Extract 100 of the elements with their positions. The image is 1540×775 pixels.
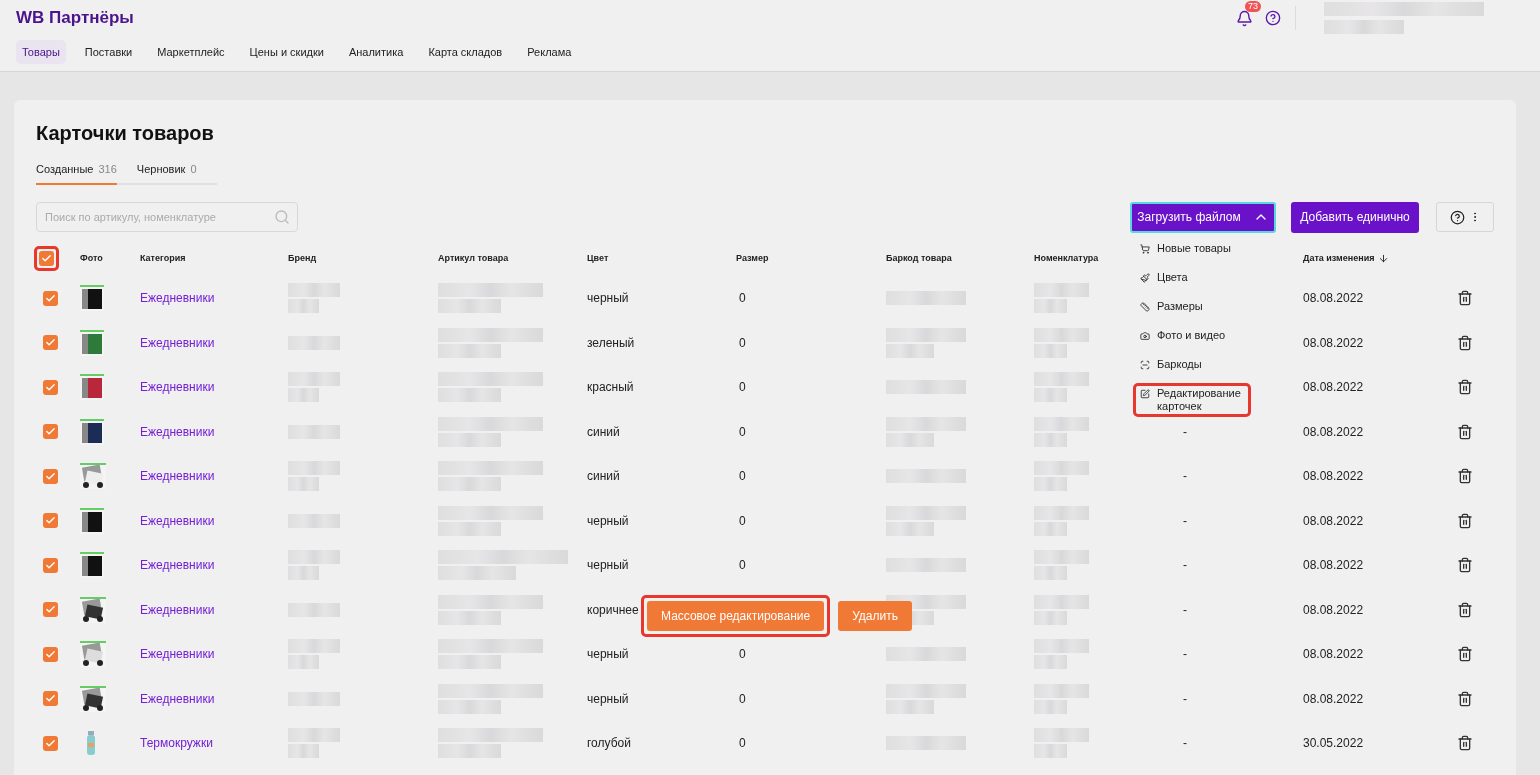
row-checkbox[interactable] bbox=[43, 691, 58, 707]
check-icon bbox=[45, 648, 56, 660]
table-cell: черный bbox=[587, 513, 629, 528]
table-cell: - bbox=[1183, 424, 1187, 439]
table-cell-text: 0 bbox=[738, 291, 746, 306]
trash-icon[interactable] bbox=[1457, 646, 1473, 663]
table-cell: 08.08.2022 bbox=[1303, 647, 1364, 662]
bell-icon[interactable] bbox=[1236, 9, 1253, 27]
menu-item-label: Фото и видео bbox=[1157, 329, 1226, 342]
category-link[interactable]: Ежедневники bbox=[140, 335, 215, 350]
category-link[interactable]: Термокружки bbox=[140, 736, 213, 751]
trash-icon[interactable] bbox=[1457, 735, 1473, 752]
tab[interactable]: Черновик 0 bbox=[136, 163, 197, 185]
help-menu-button[interactable] bbox=[1436, 202, 1494, 232]
table-cell: - bbox=[1183, 469, 1187, 484]
select-all-checkbox[interactable] bbox=[39, 250, 54, 266]
menu-item[interactable]: Фото и видео bbox=[1136, 328, 1248, 343]
notification-badge: 73 bbox=[1245, 0, 1261, 12]
row-checkbox[interactable] bbox=[43, 646, 58, 662]
column-header: Размер bbox=[736, 253, 769, 263]
table-cell: 08.08.2022 bbox=[1303, 602, 1364, 617]
table-cell-text: 0 bbox=[738, 558, 746, 573]
trash-icon[interactable] bbox=[1457, 334, 1473, 351]
menu-item-label: Новые товары bbox=[1157, 242, 1231, 255]
table-cell-text: 0 bbox=[738, 736, 746, 751]
table-cell: черный bbox=[587, 291, 629, 306]
column-header: Фото bbox=[80, 253, 103, 263]
category-link[interactable]: Ежедневники bbox=[140, 691, 215, 706]
nav-tab[interactable]: Товары bbox=[16, 40, 66, 64]
search-field[interactable]: Поиск по артикулу, номенклатуре bbox=[36, 202, 298, 232]
row-checkbox[interactable] bbox=[43, 424, 58, 440]
scan-icon bbox=[1140, 360, 1150, 370]
nav-tab[interactable]: Аналитика bbox=[342, 40, 410, 64]
blurred-text bbox=[1034, 728, 1089, 759]
row-checkbox[interactable] bbox=[43, 468, 58, 484]
row-checkbox[interactable] bbox=[43, 513, 58, 529]
tab[interactable]: Созданные 316 bbox=[36, 163, 117, 185]
help-icon[interactable] bbox=[1265, 10, 1281, 26]
category-link[interactable]: Ежедневники bbox=[140, 291, 215, 306]
table-cell-text: 0 bbox=[738, 513, 746, 528]
help-icon bbox=[1449, 209, 1465, 225]
table-cell-text: 0 bbox=[738, 691, 746, 706]
blurred-text bbox=[1034, 461, 1089, 492]
trash-icon[interactable] bbox=[1457, 379, 1473, 396]
menu-item[interactable]: Цвета bbox=[1136, 270, 1248, 285]
trash-icon[interactable] bbox=[1457, 468, 1473, 485]
brush-icon bbox=[1140, 273, 1150, 283]
nav-tab[interactable]: Поставки bbox=[78, 40, 139, 64]
trash-icon[interactable] bbox=[1457, 557, 1473, 574]
category-link[interactable]: Ежедневники bbox=[140, 558, 215, 573]
menu-item[interactable]: Новые товары bbox=[1136, 241, 1248, 256]
table-cell: - bbox=[1183, 691, 1187, 706]
table-cell: синий bbox=[587, 469, 620, 484]
blurred-text bbox=[1034, 416, 1089, 447]
table-cell-text: 0 bbox=[738, 469, 746, 484]
category-link[interactable]: Ежедневники bbox=[140, 602, 215, 617]
blurred-text bbox=[1034, 594, 1089, 625]
table-cell: 08.08.2022 bbox=[1303, 380, 1364, 395]
nav-tab[interactable]: Цены и скидки bbox=[243, 40, 330, 64]
table-cell: 08.08.2022 bbox=[1303, 424, 1364, 439]
table-cell: черный bbox=[587, 558, 629, 573]
trash-icon[interactable] bbox=[1457, 690, 1473, 707]
nav-tab[interactable]: Маркетплейс bbox=[151, 40, 231, 64]
row-checkbox[interactable] bbox=[43, 557, 58, 573]
table-cell: 08.08.2022 bbox=[1303, 335, 1364, 350]
row-checkbox[interactable] bbox=[43, 379, 58, 395]
category-link[interactable]: Ежедневники bbox=[140, 647, 215, 662]
nav-tab[interactable]: Карта складов bbox=[422, 40, 509, 64]
blurred-text bbox=[288, 550, 340, 581]
menu-item[interactable]: Редактирование карточек bbox=[1136, 386, 1248, 414]
logo[interactable]: WB Партнёры bbox=[16, 8, 134, 28]
menu-item[interactable]: Размеры bbox=[1136, 299, 1248, 314]
add-button[interactable]: Добавить единично bbox=[1291, 201, 1419, 233]
row-checkbox[interactable] bbox=[43, 290, 58, 306]
nav-tab[interactable]: Реклама bbox=[521, 40, 578, 64]
menu-item-label: Цвета bbox=[1157, 271, 1188, 284]
column-header: Бренд bbox=[288, 253, 317, 263]
row-checkbox[interactable] bbox=[43, 602, 58, 618]
category-link[interactable]: Ежедневники bbox=[140, 380, 215, 395]
trash-icon[interactable] bbox=[1457, 601, 1473, 618]
column-header[interactable]: Дата изменения bbox=[1303, 252, 1390, 264]
ruler-icon bbox=[1140, 302, 1150, 312]
table-cell: коричнее bbox=[587, 602, 639, 617]
check-icon bbox=[45, 559, 56, 571]
menu-item[interactable]: Баркоды bbox=[1136, 357, 1248, 372]
table-cell: - bbox=[1183, 736, 1187, 751]
row-checkbox[interactable] bbox=[43, 735, 58, 751]
table-cell: 08.08.2022 bbox=[1303, 558, 1364, 573]
category-link[interactable]: Ежедневники bbox=[140, 424, 215, 439]
category-link[interactable]: Ежедневники bbox=[140, 469, 215, 484]
trash-icon[interactable] bbox=[1457, 290, 1473, 307]
table-cell: черный bbox=[587, 647, 629, 662]
category-link[interactable]: Ежедневники bbox=[140, 513, 215, 528]
column-header: Номенклатура bbox=[1034, 253, 1099, 263]
trash-icon[interactable] bbox=[1457, 512, 1473, 529]
trash-icon[interactable] bbox=[1457, 423, 1473, 440]
upload-button[interactable]: Загрузить файлом bbox=[1130, 201, 1276, 233]
row-checkbox[interactable] bbox=[43, 335, 58, 351]
check-icon bbox=[45, 292, 56, 304]
table-cell: голубой bbox=[587, 736, 631, 751]
